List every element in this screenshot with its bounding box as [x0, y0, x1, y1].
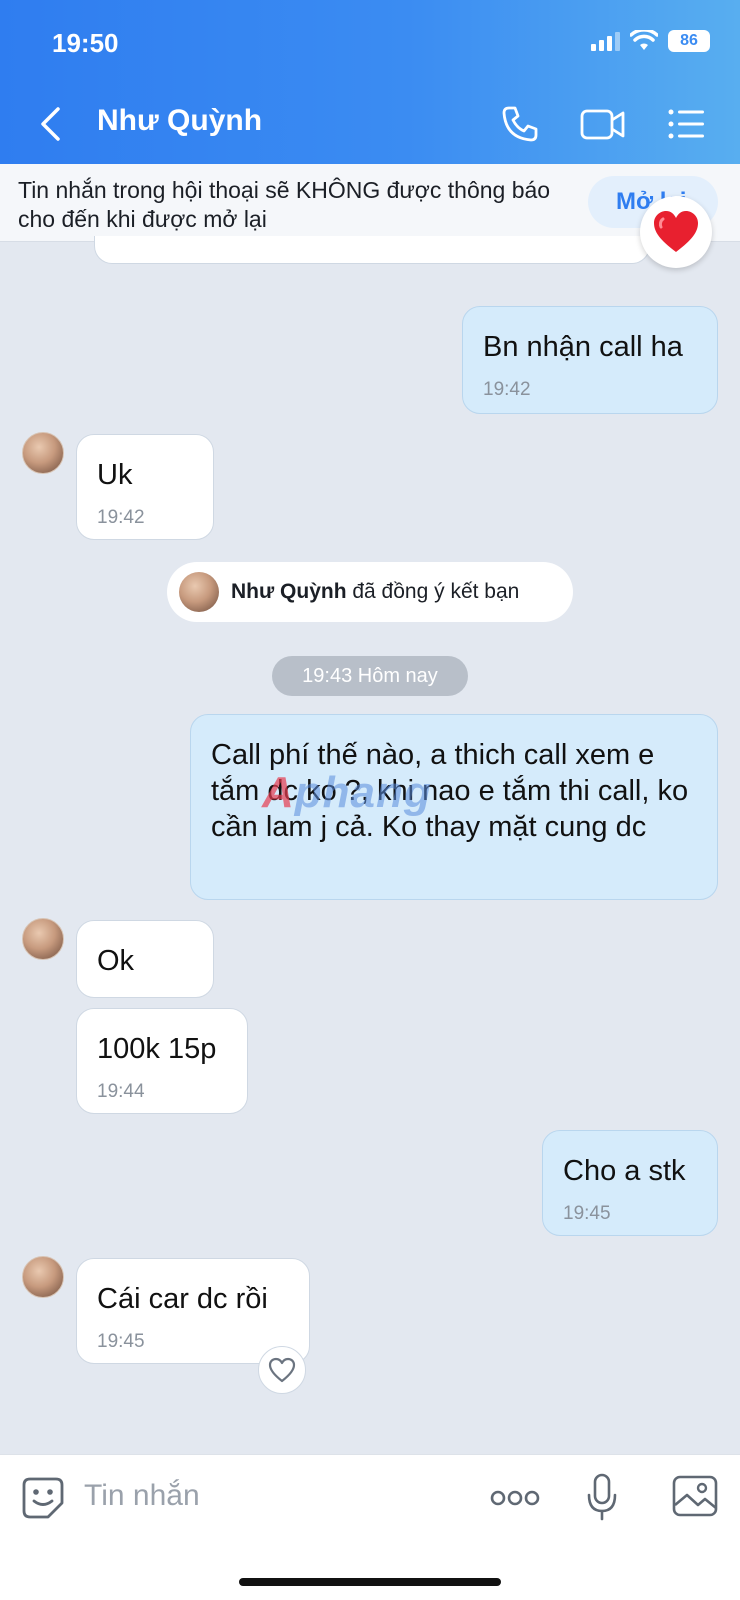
chat-header: 19:50 86 Như Quỳnh [0, 0, 740, 164]
battery-icon: 86 [668, 30, 710, 52]
message-time: 19:45 [563, 1203, 611, 1224]
message-bubble-incoming[interactable]: Ok [76, 920, 214, 998]
system-contact-name: Như Quỳnh [231, 580, 347, 603]
muted-notice-bar: Tin nhắn trong hội thoại sẽ KHÔNG được t… [0, 164, 740, 242]
muted-notice-text: Tin nhắn trong hội thoại sẽ KHÔNG được t… [18, 177, 551, 232]
like-reaction-button[interactable] [258, 1346, 306, 1394]
message-time: 19:44 [97, 1081, 145, 1102]
contact-avatar[interactable] [22, 1256, 64, 1298]
message-text: Cho a stk [563, 1155, 686, 1187]
friend-accepted-notice: Như Quỳnh đã đồng ý kết bạn [167, 562, 573, 622]
contact-name[interactable]: Như Quỳnh [97, 104, 262, 138]
message-time: 19:42 [97, 507, 145, 528]
wifi-icon [630, 30, 658, 50]
heart-outline-icon [268, 1357, 296, 1383]
back-arrow-icon[interactable] [36, 106, 66, 142]
menu-list-icon[interactable] [668, 104, 706, 144]
sticker-emoji-icon[interactable] [22, 1477, 64, 1519]
microphone-icon[interactable] [586, 1473, 618, 1521]
video-call-icon[interactable] [580, 104, 626, 144]
message-time: 19:45 [97, 1331, 145, 1352]
contact-avatar[interactable] [22, 432, 64, 474]
image-gallery-icon[interactable] [672, 1475, 718, 1517]
date-separator: 19:43 Hôm nay [272, 656, 468, 696]
contact-avatar[interactable] [22, 918, 64, 960]
system-action-text: đã đồng ý kết bạn [346, 580, 520, 603]
message-bubble-incoming[interactable]: Uk 19:42 [76, 434, 214, 540]
message-bubble-outgoing[interactable]: Cho a stk 19:45 [542, 1130, 718, 1236]
friend-accepted-text: Như Quỳnh đã đồng ý kết bạn [231, 580, 519, 604]
message-text: Ok [97, 945, 135, 977]
message-text: Bn nhận call ha [483, 331, 683, 363]
phone-icon[interactable] [500, 104, 540, 144]
watermark-logo: Aphang [262, 768, 432, 817]
message-bubble-incoming[interactable]: 100k 15p 19:44 [76, 1008, 248, 1114]
message-text: Uk [97, 459, 133, 491]
message-text: 100k 15p [97, 1033, 217, 1065]
message-time: 19:42 [483, 379, 531, 400]
contact-avatar-small [179, 572, 219, 612]
more-options-icon[interactable] [490, 1487, 540, 1509]
heart-reaction-icon[interactable] [640, 196, 712, 268]
status-icons: 86 [591, 30, 710, 52]
previous-message-bubble [94, 236, 650, 264]
signal-icon [591, 31, 620, 51]
home-indicator[interactable] [239, 1578, 501, 1586]
message-text: Cái car dc rồi [97, 1283, 268, 1315]
message-bubble-outgoing[interactable]: Bn nhận call ha 19:42 [462, 306, 718, 414]
message-input[interactable]: Tin nhắn [84, 1479, 200, 1513]
status-time: 19:50 [52, 28, 119, 58]
